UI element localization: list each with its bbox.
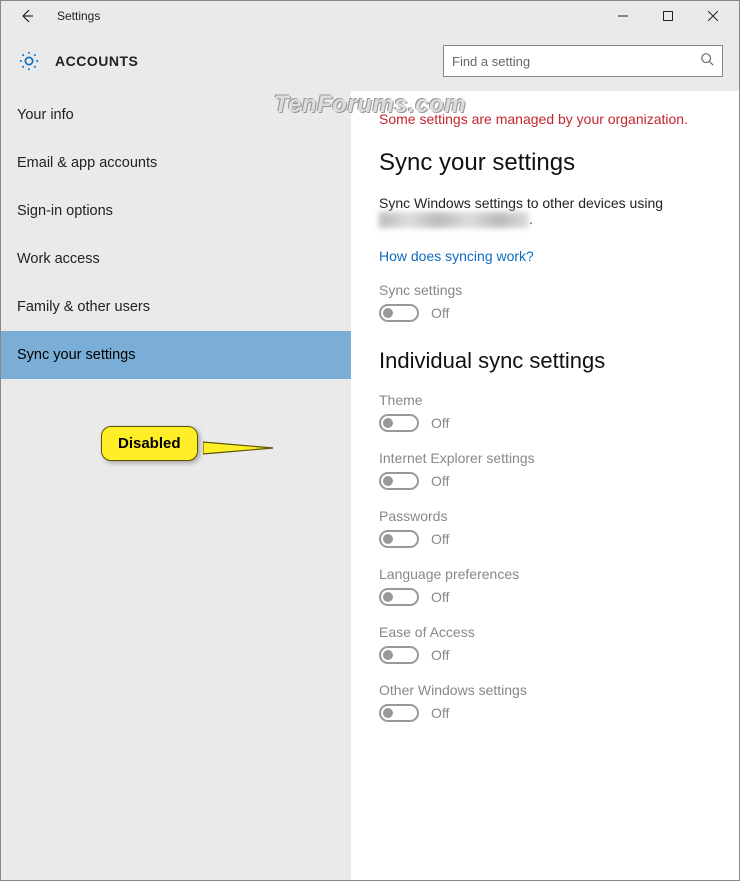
- sidebar-item-email-app-accounts[interactable]: Email & app accounts: [1, 139, 351, 187]
- toggle-state: Off: [431, 705, 449, 721]
- arrow-left-icon: [19, 8, 35, 24]
- content: Some settings are managed by your organi…: [351, 91, 739, 880]
- search-input[interactable]: [452, 54, 700, 69]
- toggle-switch[interactable]: [379, 588, 419, 606]
- titlebar: Settings: [1, 1, 739, 31]
- subheading: Individual sync settings: [379, 348, 711, 374]
- toggle-state: Off: [431, 473, 449, 489]
- search-box[interactable]: [443, 45, 723, 77]
- toggle-ease-of-access: Ease of Access Off: [379, 624, 711, 664]
- minimize-button[interactable]: [600, 1, 645, 31]
- toggle-switch[interactable]: [379, 304, 419, 322]
- sidebar-item-label: Email & app accounts: [17, 155, 157, 171]
- sidebar-item-your-info[interactable]: Your info: [1, 91, 351, 139]
- sidebar-item-label: Sync your settings: [17, 347, 135, 363]
- sidebar-item-label: Sign-in options: [17, 203, 113, 219]
- settings-window: Settings ACCOUNTS Your info Emai: [0, 0, 740, 881]
- toggle-ie-settings: Internet Explorer settings Off: [379, 450, 711, 490]
- toggle-state: Off: [431, 305, 449, 321]
- maximize-icon: [663, 11, 673, 21]
- redacted-account: [379, 212, 529, 228]
- toggle-label: Passwords: [379, 508, 711, 524]
- toggle-switch[interactable]: [379, 646, 419, 664]
- toggle-state: Off: [431, 531, 449, 547]
- toggle-label: Theme: [379, 392, 711, 408]
- sidebar-item-label: Work access: [17, 251, 100, 267]
- toggle-state: Off: [431, 415, 449, 431]
- toggle-label: Language preferences: [379, 566, 711, 582]
- search-icon: [700, 52, 714, 71]
- sidebar-item-sign-in-options[interactable]: Sign-in options: [1, 187, 351, 235]
- toggle-label: Ease of Access: [379, 624, 711, 640]
- gear-icon: [17, 49, 41, 73]
- sidebar: Your info Email & app accounts Sign-in o…: [1, 91, 351, 880]
- sidebar-item-label: Family & other users: [17, 299, 150, 315]
- toggle-state: Off: [431, 647, 449, 663]
- sidebar-item-sync-your-settings[interactable]: Sync your settings: [1, 331, 351, 379]
- page-heading: Sync your settings: [379, 149, 711, 177]
- sidebar-item-label: Your info: [17, 107, 74, 123]
- toggle-sync-settings: Sync settings Off: [379, 282, 711, 322]
- help-link[interactable]: How does syncing work?: [379, 248, 534, 264]
- header: ACCOUNTS: [1, 31, 739, 91]
- minimize-icon: [618, 11, 628, 21]
- sidebar-item-work-access[interactable]: Work access: [1, 235, 351, 283]
- body: Your info Email & app accounts Sign-in o…: [1, 91, 739, 880]
- maximize-button[interactable]: [645, 1, 690, 31]
- toggle-state: Off: [431, 589, 449, 605]
- toggle-label: Sync settings: [379, 282, 711, 298]
- back-button[interactable]: [15, 4, 39, 28]
- toggle-theme: Theme Off: [379, 392, 711, 432]
- close-icon: [708, 11, 718, 21]
- section-title: ACCOUNTS: [55, 53, 429, 69]
- close-button[interactable]: [690, 1, 735, 31]
- toggle-label: Internet Explorer settings: [379, 450, 711, 466]
- toggle-passwords: Passwords Off: [379, 508, 711, 548]
- toggle-label: Other Windows settings: [379, 682, 711, 698]
- toggle-switch[interactable]: [379, 414, 419, 432]
- toggle-switch[interactable]: [379, 472, 419, 490]
- org-managed-banner: Some settings are managed by your organi…: [379, 111, 711, 127]
- toggle-switch[interactable]: [379, 530, 419, 548]
- toggle-language: Language preferences Off: [379, 566, 711, 606]
- window-title: Settings: [57, 9, 600, 23]
- sync-description: Sync Windows settings to other devices u…: [379, 195, 711, 228]
- toggle-other-windows: Other Windows settings Off: [379, 682, 711, 722]
- toggle-switch[interactable]: [379, 704, 419, 722]
- sidebar-item-family-other-users[interactable]: Family & other users: [1, 283, 351, 331]
